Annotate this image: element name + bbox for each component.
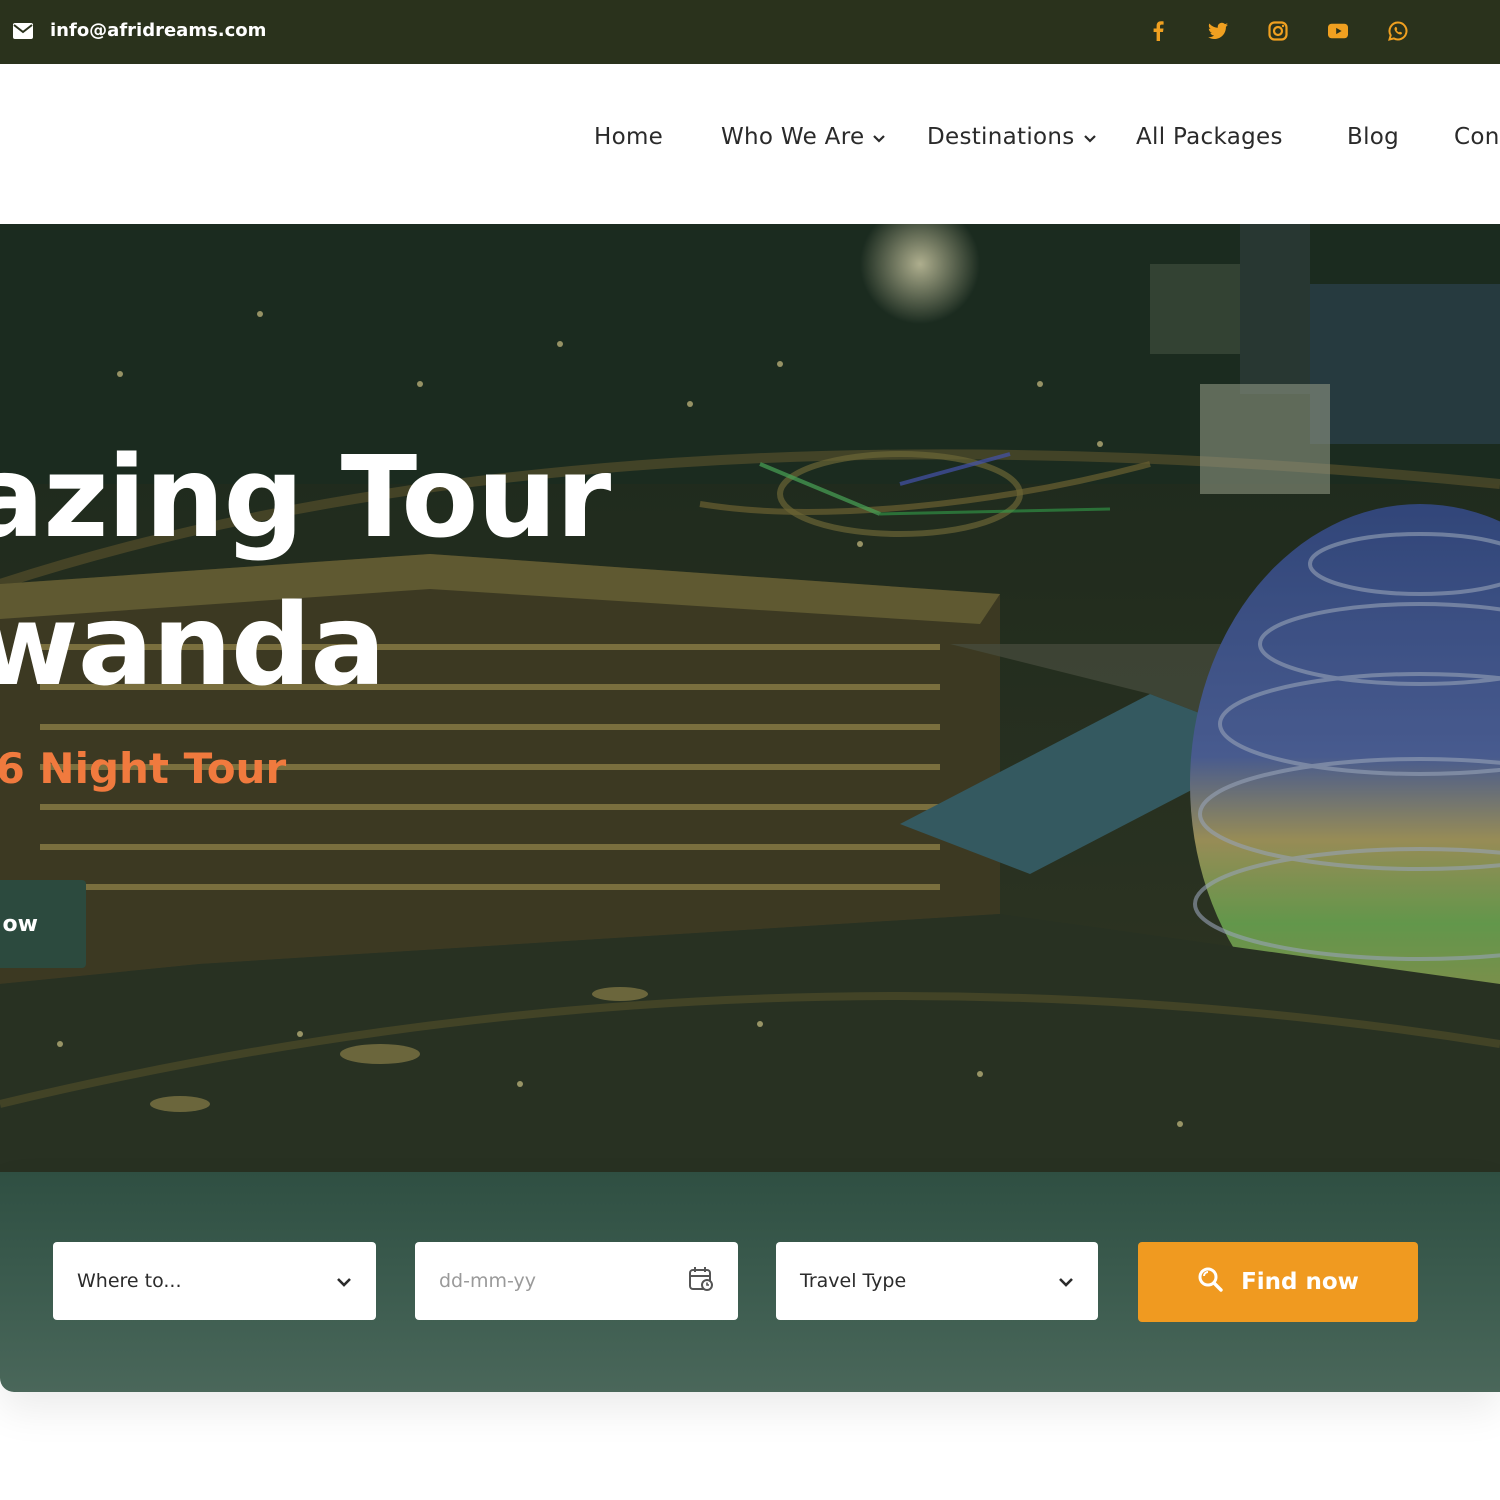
youtube-icon[interactable] xyxy=(1328,20,1348,42)
contact-email[interactable]: info@afridreams.com xyxy=(12,20,266,41)
nav-home[interactable]: Home xyxy=(594,124,663,150)
nav-who-we-are[interactable]: Who We Are xyxy=(721,124,886,150)
facebook-icon[interactable] xyxy=(1148,20,1168,42)
search-icon xyxy=(1197,1266,1223,1298)
email-text: info@afridreams.com xyxy=(50,20,267,41)
whatsapp-icon[interactable] xyxy=(1388,20,1408,42)
nav-label: Con xyxy=(1454,124,1500,150)
travel-type-select[interactable]: Travel Type xyxy=(776,1242,1098,1320)
date-input[interactable]: dd-mm-yy xyxy=(415,1242,738,1320)
social-links xyxy=(1148,20,1408,42)
nav-label: Home xyxy=(594,124,664,150)
calendar-icon[interactable] xyxy=(688,1266,714,1297)
instagram-icon[interactable] xyxy=(1268,20,1288,42)
top-bar: info@afridreams.com xyxy=(0,0,1500,64)
nav-all-packages[interactable]: All Packages xyxy=(1136,124,1283,150)
nav-label: Destinations xyxy=(927,124,1075,150)
nav-blog[interactable]: Blog xyxy=(1347,124,1399,150)
nav-label: Who We Are xyxy=(721,124,865,150)
find-now-button[interactable]: Find now xyxy=(1138,1242,1418,1322)
travel-type-placeholder: Travel Type xyxy=(800,1270,907,1292)
date-placeholder: dd-mm-yy xyxy=(439,1270,537,1292)
chevron-down-icon xyxy=(336,1270,352,1292)
nav-contact[interactable]: Con xyxy=(1454,124,1500,150)
hero-title: nazing Tour Rwanda xyxy=(0,424,611,720)
chevron-down-icon xyxy=(1058,1270,1074,1292)
nav-label: Blog xyxy=(1347,124,1400,150)
hero-title-line-1: nazing Tour xyxy=(0,433,611,563)
search-panel: Where to... dd-mm-yy Travel Type Find no… xyxy=(0,1172,1500,1392)
twitter-icon[interactable] xyxy=(1208,20,1228,42)
chevron-down-icon xyxy=(872,124,886,150)
hero-cta-label: ow xyxy=(2,911,38,937)
destination-select[interactable]: Where to... xyxy=(53,1242,376,1320)
find-now-label: Find now xyxy=(1241,1269,1359,1295)
chevron-down-icon xyxy=(1083,124,1097,150)
destination-placeholder: Where to... xyxy=(77,1270,182,1292)
mail-icon xyxy=(12,22,34,40)
main-navigation: Home Who We Are Destinations All Package… xyxy=(0,64,1500,224)
nav-label: All Packages xyxy=(1136,124,1283,150)
hero-banner: nazing Tour Rwanda s, 6 Night Tour ow xyxy=(0,224,1500,1172)
hero-cta-button[interactable]: ow xyxy=(0,880,86,968)
hero-title-line-2: Rwanda xyxy=(0,581,386,711)
hero-subtitle: s, 6 Night Tour xyxy=(0,744,287,793)
nav-destinations[interactable]: Destinations xyxy=(927,124,1097,150)
